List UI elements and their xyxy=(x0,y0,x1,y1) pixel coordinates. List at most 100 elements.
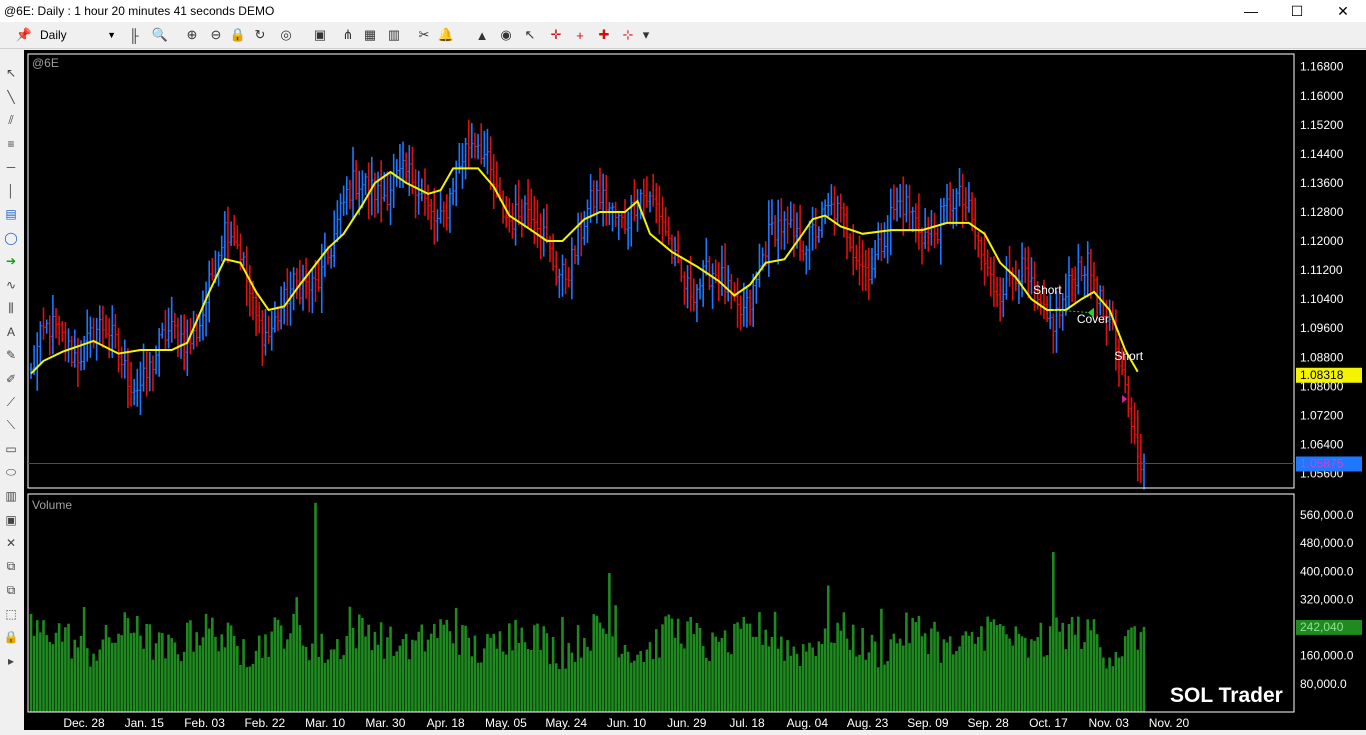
volume-bar xyxy=(886,661,889,712)
volume-bar xyxy=(514,619,517,712)
volume-bar xyxy=(1027,657,1030,712)
network-icon[interactable]: ⋔ xyxy=(338,25,358,45)
more-icon[interactable]: ▾ xyxy=(636,25,656,45)
volume-bar xyxy=(830,642,833,712)
volume-bar xyxy=(39,632,42,712)
pointer-icon[interactable]: ↖ xyxy=(520,25,540,45)
price-tick-label: 1.10400 xyxy=(1300,292,1344,306)
wave-tool-icon[interactable]: ∿ xyxy=(2,276,20,294)
minimize-button[interactable]: — xyxy=(1228,0,1274,22)
interval-select[interactable]: Daily ▼ xyxy=(36,26,116,44)
mouse-icon[interactable]: ◉ xyxy=(496,25,516,45)
channel-tool-icon[interactable]: ≡ xyxy=(2,135,20,153)
vline-tool-icon[interactable]: │ xyxy=(2,182,20,200)
volume-bar xyxy=(673,637,677,712)
volume-bar xyxy=(529,650,533,712)
cube-icon[interactable]: ▲ xyxy=(472,25,492,45)
trend-tool-icon[interactable]: ⫽ xyxy=(2,111,20,129)
text-tool-icon[interactable]: A xyxy=(2,323,20,341)
lock-icon[interactable]: 🔒 xyxy=(228,25,248,45)
volume-bar xyxy=(304,646,308,712)
layers-icon[interactable]: ▥ xyxy=(2,487,20,505)
volume-bar xyxy=(348,606,352,712)
date-tick-label: Sep. 28 xyxy=(967,716,1009,730)
crosshair-icon[interactable]: ✛ xyxy=(546,25,566,45)
volume-bar xyxy=(104,624,108,712)
select-icon[interactable]: ⬚ xyxy=(2,605,20,623)
price-tick-label: 1.16000 xyxy=(1300,89,1344,103)
volume-bar xyxy=(489,638,492,712)
volume-bar xyxy=(298,625,302,712)
volume-bar xyxy=(908,643,911,712)
bars-icon[interactable]: ▥ xyxy=(384,25,404,45)
refresh-icon[interactable]: ↻ xyxy=(250,25,270,45)
volume-bar xyxy=(751,636,755,712)
fib-tool-icon[interactable]: ⫼ xyxy=(2,299,20,317)
rectangle-tool-icon[interactable]: ▭ xyxy=(2,440,20,458)
date-tick-label: May. 05 xyxy=(485,716,527,730)
volume-bar xyxy=(301,645,305,712)
volume-bar xyxy=(689,616,692,712)
volume-bar xyxy=(289,633,292,712)
line-tool-icon[interactable]: ╲ xyxy=(2,88,20,106)
volume-bar xyxy=(614,605,617,712)
zoom-icon[interactable]: 🔍 xyxy=(150,25,170,45)
chart-window[interactable]: 1.16800 1.16000 1.15200 1.14400 1.13600 1.128… xyxy=(24,50,1366,730)
volume-bar xyxy=(264,634,267,712)
zoom-in-icon[interactable]: ⊕ xyxy=(182,25,202,45)
volume-bar xyxy=(1070,616,1074,712)
paste-icon[interactable]: ⧉ xyxy=(2,581,20,599)
volume-bar xyxy=(167,634,170,712)
bar-style-icon[interactable]: ╟ xyxy=(124,25,144,45)
volume-tick-label: 560,000.0 xyxy=(1300,508,1354,522)
volume-bar xyxy=(92,653,95,712)
pin-icon[interactable]: 📌 xyxy=(14,25,34,45)
pen-tool-icon[interactable]: ✎ xyxy=(2,346,20,364)
volume-bar xyxy=(964,631,968,712)
delete-icon[interactable]: ✕ xyxy=(2,534,20,552)
volume-bar xyxy=(686,621,689,712)
price-tick-label: 1.13600 xyxy=(1300,176,1344,190)
ellipse-tool-icon[interactable]: ⬭ xyxy=(2,464,20,482)
scissors-icon[interactable]: ✂ xyxy=(414,25,434,45)
volume-bar xyxy=(542,626,546,712)
zoom-out-icon[interactable]: ⊖ xyxy=(206,25,226,45)
color-icon[interactable]: ▦ xyxy=(360,25,380,45)
volume-bar xyxy=(35,620,39,712)
volume-bar xyxy=(176,654,180,712)
expand-icon[interactable]: ▸ xyxy=(2,652,20,670)
volume-bar xyxy=(526,649,530,712)
volume-bar xyxy=(926,654,930,712)
volume-bar xyxy=(805,651,808,712)
volume-bar xyxy=(48,641,52,712)
volume-bar xyxy=(132,632,136,712)
volume-bar xyxy=(429,633,433,712)
maximize-button[interactable]: ☐ xyxy=(1274,0,1320,22)
note-tool-icon[interactable]: ▤ xyxy=(2,205,20,223)
arrow-right-tool-icon[interactable]: ➔ xyxy=(2,252,20,270)
brush-tool-icon[interactable]: ✐ xyxy=(2,370,20,388)
callout-tool-icon[interactable]: ◯ xyxy=(2,229,20,247)
volume-tick-label: 160,000.0 xyxy=(1300,649,1354,663)
copy-icon[interactable]: ⧉ xyxy=(2,558,20,576)
volume-bar xyxy=(1064,649,1068,712)
volume-bar xyxy=(67,623,70,712)
volume-bar xyxy=(420,624,424,712)
arrow-tool-icon[interactable]: ↖ xyxy=(2,64,20,82)
price-volume-chart[interactable]: 1.16800 1.16000 1.15200 1.14400 1.13600 1.128… xyxy=(24,50,1366,730)
link-icon[interactable]: ◎ xyxy=(276,25,296,45)
crosshair-plus-icon[interactable]: + xyxy=(570,25,590,45)
close-button[interactable]: ✕ xyxy=(1320,0,1366,22)
volume-bar xyxy=(501,651,505,712)
volume-bar xyxy=(326,659,330,712)
gann-tool-icon[interactable]: ⟍ xyxy=(2,417,20,435)
bell-icon[interactable]: 🔔 xyxy=(436,25,456,45)
indicator-icon[interactable]: ▣ xyxy=(310,25,330,45)
fan-tool-icon[interactable]: ⟋ xyxy=(2,393,20,411)
hline-tool-icon[interactable]: ─ xyxy=(2,158,20,176)
padlock-icon[interactable]: 🔒 xyxy=(2,628,20,646)
crosshair-arrow-icon[interactable]: ⊹ xyxy=(618,25,638,45)
volume-bar xyxy=(626,651,630,712)
crosshair-dot-icon[interactable]: ✚ xyxy=(594,25,614,45)
image-icon[interactable]: ▣ xyxy=(2,511,20,529)
